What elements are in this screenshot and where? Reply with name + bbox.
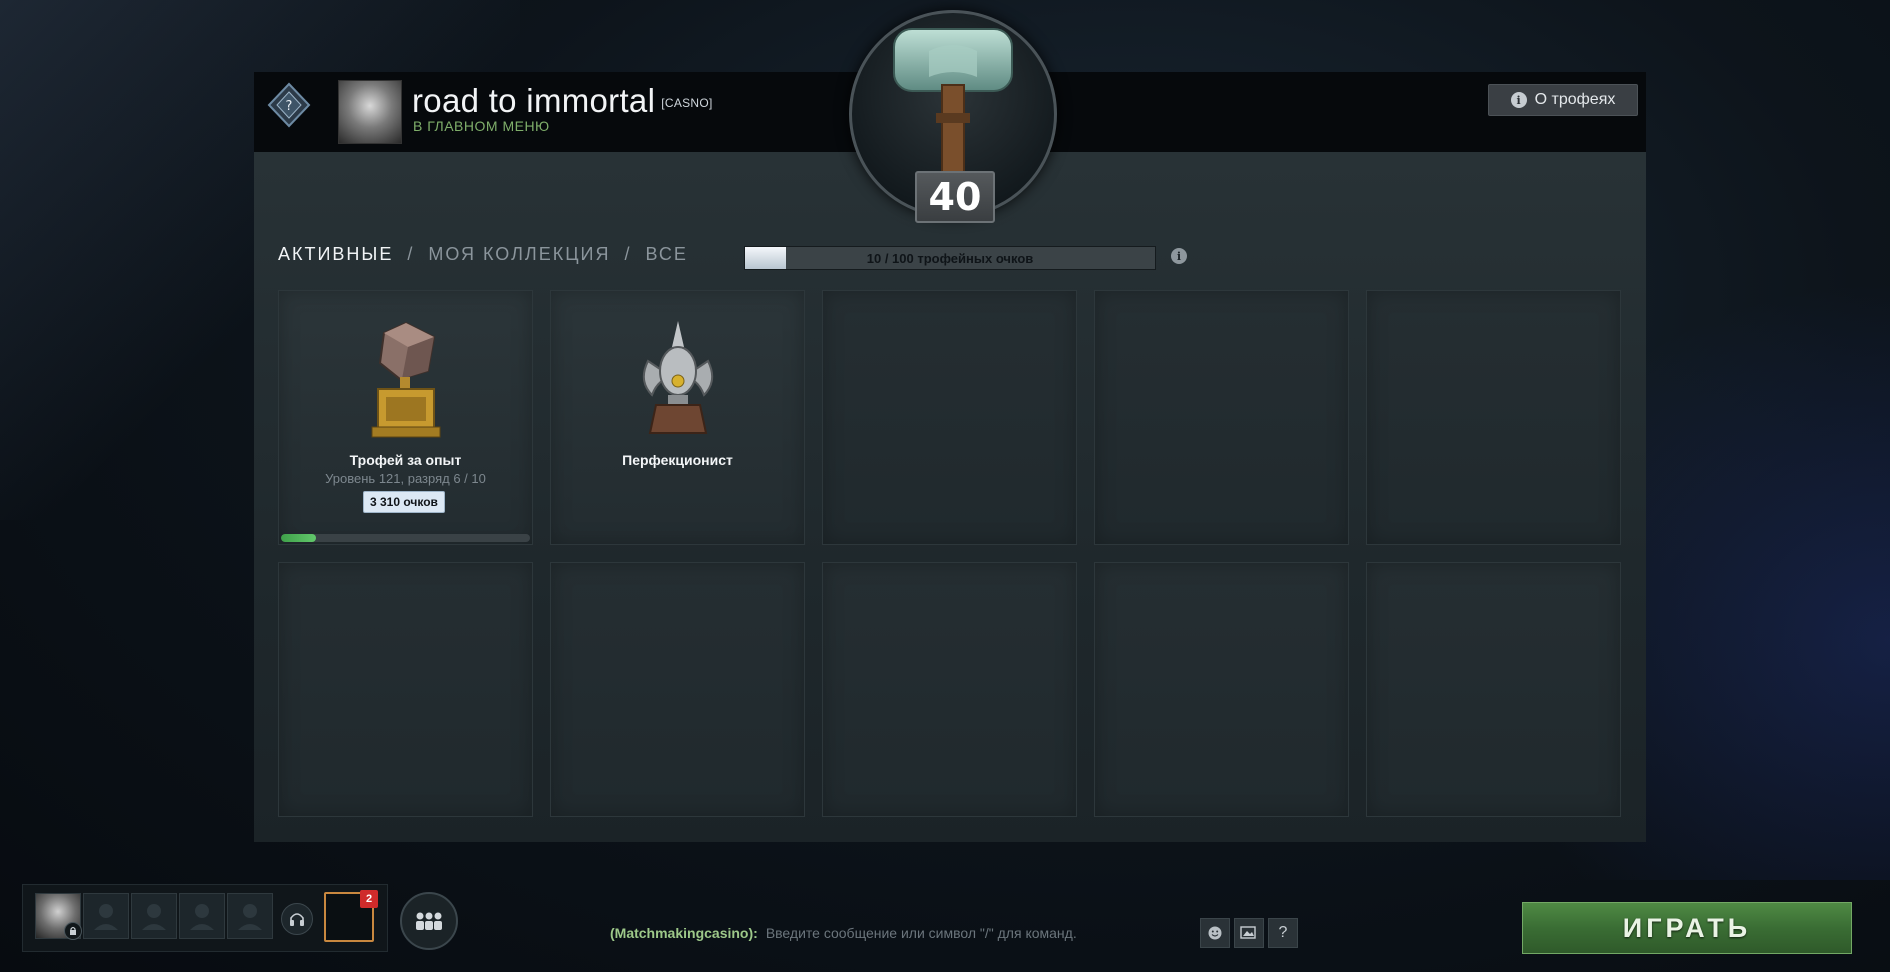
user-placeholder-icon <box>94 904 118 930</box>
about-trophies-label: О трофеях <box>1534 91 1616 108</box>
trophy-progress-bar <box>281 534 530 542</box>
party-slot-self[interactable] <box>35 893 82 940</box>
info-icon: i <box>1510 92 1527 108</box>
voice-chat-button[interactable] <box>281 903 313 935</box>
tab-my-collection[interactable]: МОЯ КОЛЛЕКЦИЯ <box>428 244 610 265</box>
empty-trophy-slot[interactable] <box>822 562 1077 817</box>
trophies-panel: АКТИВНЫЕ / МОЯ КОЛЛЕКЦИЯ / ВСЕ 10 / 100 … <box>254 152 1646 842</box>
emoticon-button[interactable] <box>1200 918 1230 948</box>
user-placeholder-icon <box>142 904 166 930</box>
tab-all[interactable]: ВСЕ <box>645 244 687 265</box>
trophy-slot[interactable]: Трофей за опыт Уровень 121, разряд 6 / 1… <box>278 290 533 545</box>
avatar[interactable] <box>338 80 402 144</box>
rank-medal-icon[interactable]: ? <box>266 82 312 128</box>
party-finder-button[interactable] <box>400 892 458 950</box>
trophy-name: Перфекционист <box>622 452 733 468</box>
trophy-points-bar: 10 / 100 трофейных очков <box>744 246 1156 270</box>
trophy-points-text: 10 / 100 трофейных очков <box>866 250 1034 266</box>
info-icon[interactable]: i <box>1171 248 1187 264</box>
group-icon <box>416 912 442 930</box>
tab-active[interactable]: АКТИВНЫЕ <box>278 244 393 265</box>
user-placeholder-icon <box>190 904 214 930</box>
notifications-button[interactable]: 2 <box>324 890 378 942</box>
empty-trophy-slot[interactable] <box>822 290 1077 545</box>
play-button[interactable]: ИГРАТЬ <box>1522 902 1852 954</box>
smiley-icon <box>1208 926 1222 940</box>
trophy-progress-fill <box>281 534 316 542</box>
party-slot-empty[interactable] <box>227 893 273 939</box>
trophy-tabs: АКТИВНЫЕ / МОЯ КОЛЛЕКЦИЯ / ВСЕ <box>278 244 688 265</box>
chat-tools: ? <box>1200 918 1298 948</box>
level-badge: 40 <box>849 10 1057 223</box>
profile-status: В ГЛАВНОМ МЕНЮ <box>413 118 550 134</box>
trophy-subtitle: Уровень 121, разряд 6 / 10 <box>325 471 486 486</box>
trophy-points-badge: 3 310 очков <box>363 491 445 513</box>
chat-help-button[interactable]: ? <box>1268 918 1298 948</box>
empty-trophy-slot[interactable] <box>1366 562 1621 817</box>
trophy-slot[interactable]: Перфекционист <box>550 290 805 545</box>
hammer-trophy-icon <box>893 28 1013 178</box>
image-message-icon <box>1240 926 1256 939</box>
empty-trophy-slot[interactable] <box>1366 290 1621 545</box>
empty-trophy-slot[interactable] <box>1094 290 1349 545</box>
experience-trophy-icon <box>371 321 441 438</box>
chat-bar: (Matchmakingcasino): <box>610 922 1260 944</box>
empty-trophy-slot[interactable] <box>1094 562 1349 817</box>
headset-icon <box>290 913 304 926</box>
perfectionist-trophy-icon <box>642 321 714 434</box>
chat-input[interactable] <box>763 924 1260 942</box>
chat-wheel-button[interactable] <box>1234 918 1264 948</box>
empty-trophy-slot[interactable] <box>278 562 533 817</box>
guild-tag: [CASNO] <box>661 96 713 111</box>
chat-channel-label: (Matchmakingcasino): <box>610 925 758 941</box>
tab-separator: / <box>624 244 632 264</box>
svg-text:?: ? <box>286 99 293 114</box>
level-value: 40 <box>915 171 995 223</box>
profile-name: road to immortal [CASNO] <box>412 82 713 120</box>
party-slot-empty[interactable] <box>131 893 177 939</box>
party-slot-empty[interactable] <box>83 893 129 939</box>
user-placeholder-icon <box>238 904 262 930</box>
about-trophies-button[interactable]: i О трофеях <box>1488 84 1638 116</box>
lock-icon <box>64 922 82 940</box>
notification-count-badge: 2 <box>360 890 378 908</box>
tab-separator: / <box>407 244 415 264</box>
profile-name-text: road to immortal <box>412 82 656 119</box>
trophy-name: Трофей за опыт <box>349 452 462 468</box>
empty-trophy-slot[interactable] <box>550 562 805 817</box>
trophy-grid: Трофей за опыт Уровень 121, разряд 6 / 1… <box>278 290 1626 826</box>
party-slot-empty[interactable] <box>179 893 225 939</box>
